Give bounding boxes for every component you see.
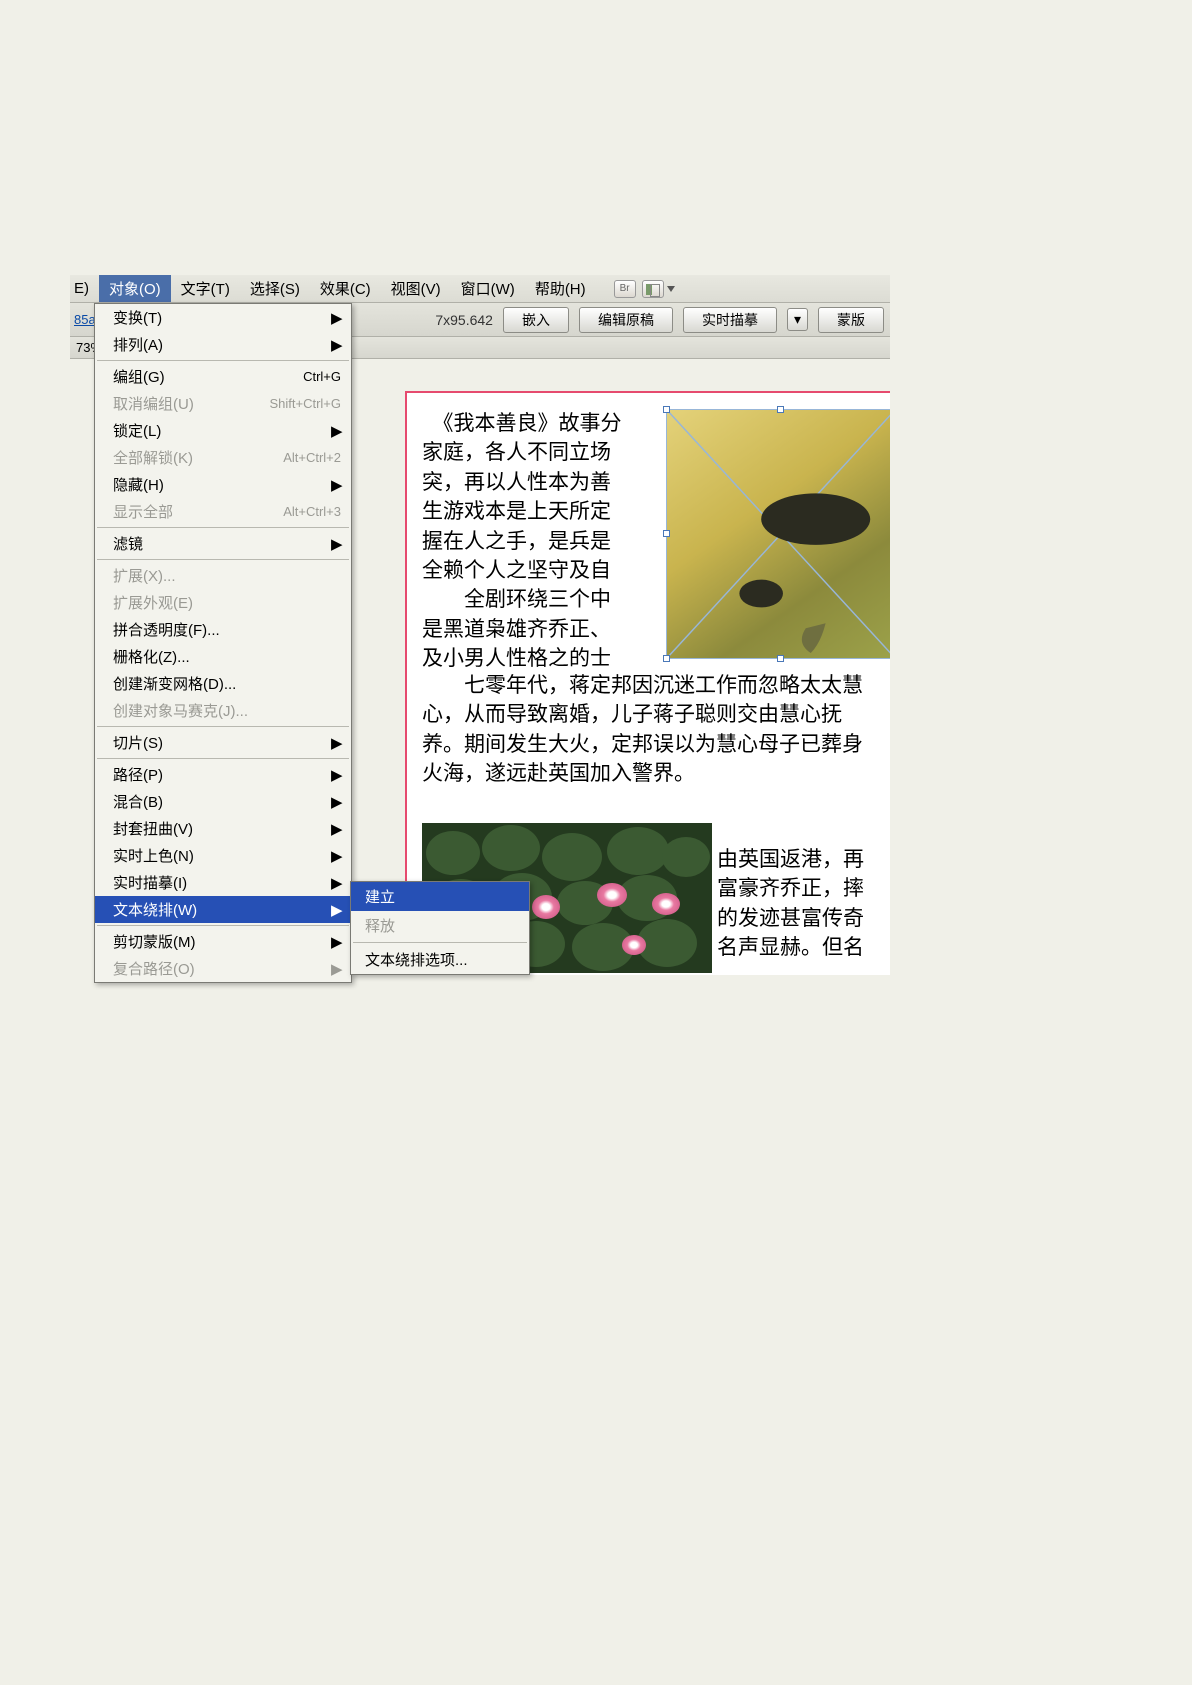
menu-item-window[interactable]: 窗口(W) [451, 275, 525, 302]
menu-live-trace[interactable]: 实时描摹(I)▶ [95, 869, 351, 896]
menu-hide[interactable]: 隐藏(H)▶ [95, 471, 351, 498]
menu-item-effect[interactable]: 效果(C) [310, 275, 381, 302]
bridge-icon[interactable]: Br [614, 280, 636, 298]
menu-text-wrap[interactable]: 文本绕排(W)▶ [95, 896, 351, 923]
coord-readout: 7x95.642 [435, 312, 493, 328]
menu-live-paint[interactable]: 实时上色(N)▶ [95, 842, 351, 869]
text-frame-1: 《我本善良》故事分 家庭，各人不同立场 突，再以人性本为善 生游戏本是上天所定 … [422, 409, 652, 674]
menu-expand: 扩展(X)... [95, 562, 351, 589]
menu-flatten-transparency[interactable]: 拼合透明度(F)... [95, 616, 351, 643]
menu-clipping-mask[interactable]: 剪切蒙版(M)▶ [95, 928, 351, 955]
menu-separator [97, 360, 349, 361]
app-window: E) 对象(O) 文字(T) 选择(S) 效果(C) 视图(V) 窗口(W) 帮… [70, 275, 890, 975]
menu-transform[interactable]: 变换(T)▶ [95, 304, 351, 331]
menu-separator [97, 758, 349, 759]
menu-item-view[interactable]: 视图(V) [381, 275, 451, 302]
selection-handle-icon[interactable] [663, 655, 670, 662]
menu-item-object[interactable]: 对象(O) [99, 275, 171, 302]
menu-filter[interactable]: 滤镜▶ [95, 530, 351, 557]
menu-item-truncated[interactable]: E) [74, 277, 99, 300]
text-wrap-submenu: 建立 释放 文本绕排选项... [350, 881, 530, 975]
live-trace-button[interactable]: 实时描摹 [683, 307, 777, 333]
selection-handle-icon[interactable] [663, 530, 670, 537]
menu-ungroup: 取消编组(U)Shift+Ctrl+G [95, 390, 351, 417]
selection-handle-icon[interactable] [663, 406, 670, 413]
selection-handle-icon[interactable] [777, 655, 784, 662]
menu-item-select[interactable]: 选择(S) [240, 275, 310, 302]
menu-separator [97, 559, 349, 560]
menu-item-help[interactable]: 帮助(H) [525, 275, 596, 302]
menu-show-all: 显示全部Alt+Ctrl+3 [95, 498, 351, 525]
menu-envelope-distort[interactable]: 封套扭曲(V)▶ [95, 815, 351, 842]
submenu-release: 释放 [351, 911, 529, 940]
menu-unlock-all: 全部解锁(K)Alt+Ctrl+2 [95, 444, 351, 471]
text-frame-3: 由英国返港，再 富豪齐乔正，摔 的发迹甚富传奇 名声显赫。但名 [717, 845, 887, 963]
menu-expand-appearance: 扩展外观(E) [95, 589, 351, 616]
menu-item-type[interactable]: 文字(T) [171, 275, 240, 302]
menu-separator [97, 527, 349, 528]
chevron-down-icon[interactable] [667, 286, 675, 292]
menu-lock[interactable]: 锁定(L)▶ [95, 417, 351, 444]
menu-arrange[interactable]: 排列(A)▶ [95, 331, 351, 358]
edit-original-button[interactable]: 编辑原稿 [579, 307, 673, 333]
selection-handle-icon[interactable] [777, 406, 784, 413]
menu-mosaic: 创建对象马赛克(J)... [95, 697, 351, 724]
submenu-options[interactable]: 文本绕排选项... [351, 945, 529, 974]
menubar: E) 对象(O) 文字(T) 选择(S) 效果(C) 视图(V) 窗口(W) 帮… [70, 275, 890, 303]
menu-gradient-mesh[interactable]: 创建渐变网格(D)... [95, 670, 351, 697]
menu-group[interactable]: 编组(G)Ctrl+G [95, 363, 351, 390]
menu-compound-path: 复合路径(O)▶ [95, 955, 351, 982]
menu-separator [97, 925, 349, 926]
menu-slice[interactable]: 切片(S)▶ [95, 729, 351, 756]
live-trace-dropdown-icon[interactable]: ▾ [787, 308, 808, 331]
object-menu-dropdown: 变换(T)▶ 排列(A)▶ 编组(G)Ctrl+G 取消编组(U)Shift+C… [94, 303, 352, 983]
submenu-make[interactable]: 建立 [351, 882, 529, 911]
menu-rasterize[interactable]: 栅格化(Z)... [95, 643, 351, 670]
menu-path[interactable]: 路径(P)▶ [95, 761, 351, 788]
menu-separator [97, 726, 349, 727]
selected-placed-image[interactable] [666, 409, 890, 659]
arrange-docs-icon[interactable] [642, 280, 664, 298]
menu-blend[interactable]: 混合(B)▶ [95, 788, 351, 815]
embed-button[interactable]: 嵌入 [503, 307, 569, 333]
menu-separator [353, 942, 527, 943]
text-frame-2: 七零年代，蒋定邦因沉迷工作而忽略太太慧心，从而导致离婚，儿子蒋子聪则交由慧心抚养… [422, 671, 882, 789]
mask-button[interactable]: 蒙版 [818, 307, 884, 333]
